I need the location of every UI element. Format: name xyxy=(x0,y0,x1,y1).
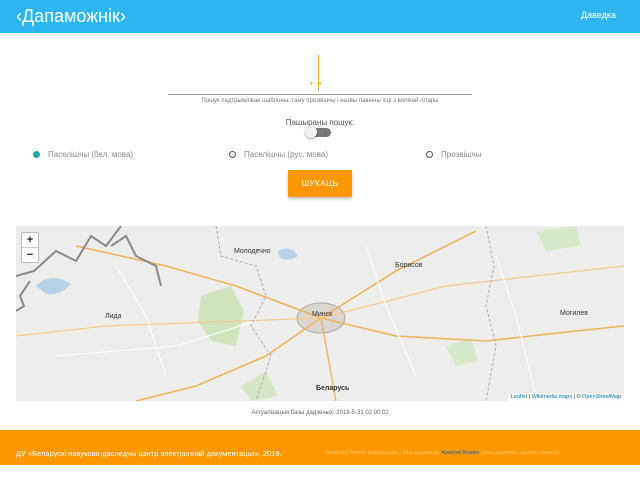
search-input[interactable]: •• xyxy=(168,55,472,95)
radio-surnames[interactable]: Прозвішчы xyxy=(426,148,482,160)
radio-unchecked-icon xyxy=(229,150,236,158)
radio-settlements-be[interactable]: Паселішчы (бел. мова) xyxy=(33,148,133,160)
db-update-text: Актуалізацыя базы дадзеных: 2018-5-31 02… xyxy=(251,410,389,416)
attribution-separator: | © xyxy=(572,394,583,400)
search-input-underline xyxy=(168,94,472,95)
wikimedia-link[interactable]: Wikimedia maps xyxy=(532,394,572,400)
radio-unchecked-icon xyxy=(426,150,433,158)
footer-credits-name[interactable]: Алексей Воевич xyxy=(442,450,480,456)
footer-credits-post: (база дадзеных і дызайн праекта) xyxy=(479,450,560,456)
radio-checked-icon xyxy=(33,150,40,158)
city-label-minsk: Минск xyxy=(312,311,333,318)
help-link[interactable]: Даведка xyxy=(581,10,616,20)
search-button[interactable]: ШУКАЦЬ xyxy=(288,170,352,197)
leaflet-link[interactable]: Leaflet xyxy=(511,394,528,400)
advanced-search-toggle[interactable] xyxy=(305,126,331,138)
zoom-out-button[interactable]: − xyxy=(22,248,38,262)
footer-credits-pre: Вячаслаў Рапейч (распрацоўка і база дадз… xyxy=(326,450,442,456)
app-header: ‹Дапаможнік› Даведка xyxy=(0,0,640,33)
zoom-control: + − xyxy=(21,232,39,263)
radio-label: Паселішчы (бел. мова) xyxy=(48,149,134,159)
advanced-search-label: Пашыраны пошук: xyxy=(285,118,355,127)
radio-label: Прозвішчы xyxy=(441,149,482,159)
footer-credits: Вячаслаў Рапейч (распрацоўка і база дадз… xyxy=(326,450,559,456)
footer: ДУ «Беларускі навукова-даследчы цэнтр эл… xyxy=(0,430,640,465)
radio-settlements-ru[interactable]: Паселішчы (рус. мова) xyxy=(229,148,328,160)
map-view[interactable]: + − Молодечно Борисов Лида Минск Могилев… xyxy=(16,226,624,401)
map-attribution: Leaflet | Wikimedia maps | © OpenStreetM… xyxy=(507,393,624,401)
radio-label: Паселішчы (рус. мова) xyxy=(244,149,328,159)
brand-logo[interactable]: ‹Дапаможнік› xyxy=(16,6,126,27)
zoom-in-button[interactable]: + xyxy=(22,233,38,248)
city-label-molodechno: Молодечно xyxy=(234,248,271,255)
search-hint: Пошук падтрымлівае шаблоны, таму прозвіш… xyxy=(201,98,439,104)
osm-link[interactable]: OpenStreetMap xyxy=(582,394,621,400)
city-label-lida: Лида xyxy=(105,313,122,320)
toggle-knob xyxy=(305,126,317,138)
footer-copyright: ДУ «Беларускі навукова-даследчы цэнтр эл… xyxy=(16,449,282,458)
city-label-borisov: Борисов xyxy=(395,262,423,269)
city-label-mogilev: Могилев xyxy=(560,310,588,317)
country-label: Беларусь xyxy=(316,385,350,392)
loading-dots-icon: •• xyxy=(310,79,328,88)
